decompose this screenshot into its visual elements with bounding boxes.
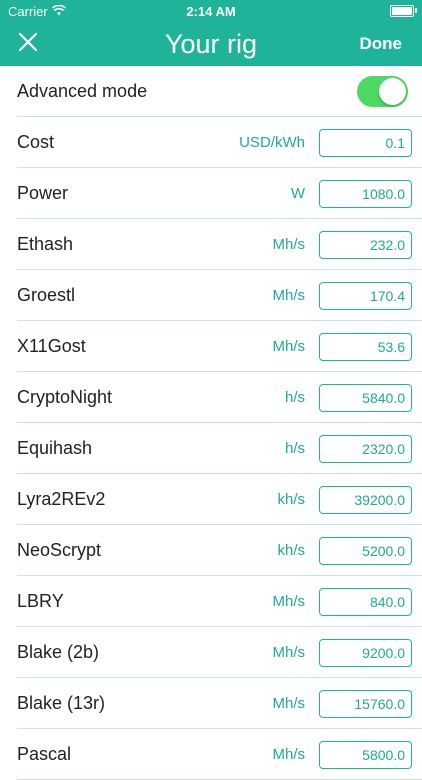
setting-label: Blake (2b) [17,642,100,662]
setting-value-input[interactable] [319,281,412,310]
advanced-mode-row: Advanced mode [0,66,422,117]
setting-value-input[interactable] [319,332,412,361]
done-button[interactable]: Done [360,34,409,54]
setting-row: CryptoNight h/s [0,372,422,423]
setting-row: Power W [0,168,422,219]
setting-label: Ethash [17,234,74,254]
status-bar: Carrier 2:14 AM [0,0,422,22]
setting-value-input[interactable] [319,128,412,157]
close-icon [18,32,38,52]
setting-value-group: Mh/s [272,332,412,361]
setting-label: Lyra2REv2 [17,489,106,509]
setting-label: CryptoNight [17,387,113,407]
setting-value-group: Mh/s [272,230,412,259]
setting-value-group: Mh/s [272,281,412,310]
setting-value-input[interactable] [319,587,412,616]
setting-value-group: USD/kWh [239,128,412,157]
advanced-mode-label: Advanced mode [17,81,148,101]
setting-value-input[interactable] [319,689,412,718]
setting-unit: Mh/s [272,644,305,661]
setting-value-input[interactable] [319,434,412,463]
setting-row: Blake (2b) Mh/s [0,627,422,678]
setting-unit: USD/kWh [239,134,305,151]
setting-value-group: h/s [284,383,412,412]
setting-value-group: Mh/s [272,689,412,718]
setting-unit: Mh/s [272,593,305,610]
nav-bar: Your rig Done [0,22,422,66]
settings-list: CostUSD/kWhPowerWEthashMh/sGroestlMh/sX1… [0,117,422,780]
setting-value-input[interactable] [319,740,412,769]
setting-row: LBRY Mh/s [0,576,422,627]
setting-value-group: Mh/s [272,587,412,616]
toggle-knob [379,78,406,105]
advanced-mode-toggle[interactable] [357,76,408,107]
setting-value-group: W [290,179,412,208]
setting-unit: Mh/s [272,236,305,253]
setting-label: LBRY [17,591,64,611]
setting-unit: Mh/s [272,338,305,355]
setting-value-input[interactable] [319,230,412,259]
setting-unit: kh/s [277,542,305,559]
setting-value-group: kh/s [277,485,412,514]
setting-row: X11Gost Mh/s [0,321,422,372]
setting-unit: Mh/s [272,695,305,712]
setting-value-input[interactable] [319,179,412,208]
setting-unit: kh/s [277,491,305,508]
setting-row: Pascal Mh/s [0,729,422,780]
setting-value-input[interactable] [319,536,412,565]
setting-label: NeoScrypt [17,540,102,560]
setting-unit: W [290,185,305,202]
setting-label: Blake (13r) [17,693,106,713]
close-button[interactable] [18,32,42,56]
setting-value-input[interactable] [319,383,412,412]
setting-row: Cost USD/kWh [0,117,422,168]
setting-unit: h/s [284,440,305,457]
setting-label: Groestl [17,285,76,305]
setting-value-group: Mh/s [272,740,412,769]
setting-value-group: kh/s [277,536,412,565]
setting-unit: Mh/s [272,746,305,763]
setting-label: Equihash [17,438,93,458]
setting-label: X11Gost [17,336,86,356]
status-time: 2:14 AM [186,3,236,19]
setting-unit: Mh/s [272,287,305,304]
setting-label: Pascal [17,744,72,764]
setting-value-input[interactable] [319,638,412,667]
setting-label: Cost [17,132,55,152]
setting-row: Lyra2REv2 kh/s [0,474,422,525]
setting-unit: h/s [284,389,305,406]
setting-value-group: Mh/s [272,638,412,667]
setting-row: Blake (13r) Mh/s [0,678,422,729]
battery-icon [390,5,417,17]
setting-value-group: h/s [284,434,412,463]
setting-row: Equihash h/s [0,423,422,474]
setting-value-input[interactable] [319,485,412,514]
setting-row: Groestl Mh/s [0,270,422,321]
setting-row: Ethash Mh/s [0,219,422,270]
setting-row: NeoScrypt kh/s [0,525,422,576]
setting-label: Power [17,183,69,203]
